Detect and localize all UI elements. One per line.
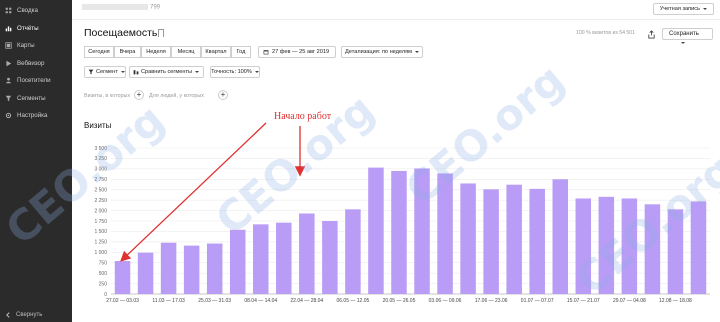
y-tick-label: 500	[99, 271, 108, 277]
bar-6[interactable]	[253, 224, 269, 294]
bar-15[interactable]	[460, 183, 476, 294]
y-tick-label: 2 250	[94, 198, 107, 204]
bar-11[interactable]	[368, 167, 384, 294]
bar-12[interactable]	[391, 170, 407, 294]
bar-7[interactable]	[276, 222, 292, 294]
x-tick-label: 01.07 — 07.07	[521, 298, 554, 304]
x-tick-label: 06.05 — 12.05	[336, 298, 369, 304]
x-tick-label: 20.05 — 26.05	[383, 298, 416, 304]
x-tick-label: 03.06 — 09.06	[429, 298, 462, 304]
y-tick-label: 2 000	[94, 208, 107, 214]
bar-9[interactable]	[322, 221, 338, 294]
y-tick-label: 1 500	[94, 229, 107, 235]
bar-2[interactable]	[160, 242, 177, 294]
y-tick-label: 250	[99, 281, 108, 287]
x-tick-label: 29.07 — 04.08	[613, 298, 646, 304]
x-tick-label: 08.04 — 14.04	[244, 298, 277, 304]
bar-4[interactable]	[206, 243, 223, 294]
x-tick-label: 12.08 — 18.08	[659, 298, 692, 304]
y-tick-label: 0	[104, 292, 107, 298]
bar-0[interactable]	[114, 261, 131, 294]
y-tick-label: 1 750	[94, 219, 107, 225]
bar-16[interactable]	[483, 189, 499, 294]
y-tick-label: 750	[99, 261, 108, 267]
x-tick-label: 22.04 — 28.04	[290, 298, 323, 304]
x-tick-label: 27.02 — 03.03	[106, 298, 139, 304]
bar-10[interactable]	[345, 209, 361, 294]
x-tick-label: 25.03 — 31.03	[198, 298, 231, 304]
x-tick-label: 11.03 — 17.03	[152, 298, 185, 304]
bar-19[interactable]	[552, 179, 569, 294]
y-tick-label: 1 000	[94, 250, 107, 256]
bar-1[interactable]	[137, 252, 154, 294]
bar-18[interactable]	[529, 188, 545, 294]
bar-3[interactable]	[183, 245, 200, 294]
x-tick-label: 17.06 — 23.06	[475, 298, 508, 304]
bar-17[interactable]	[506, 184, 522, 294]
y-tick-label: 1 250	[94, 240, 107, 246]
bar-8[interactable]	[299, 213, 315, 294]
